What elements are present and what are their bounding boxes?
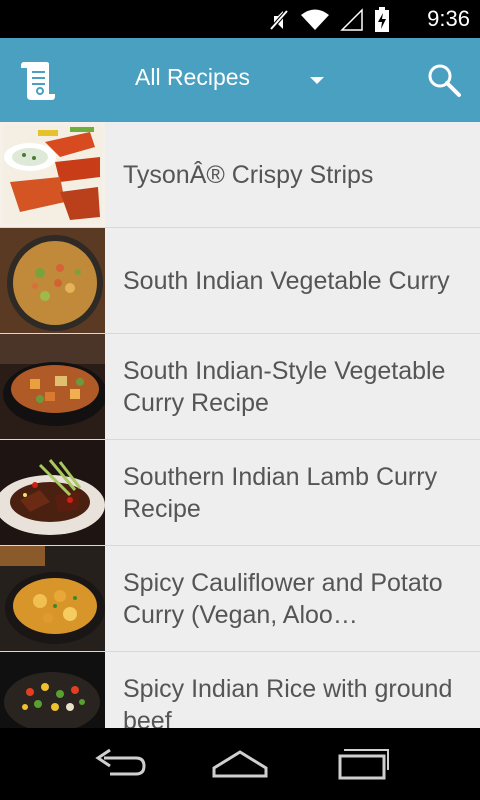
back-icon[interactable] [90, 746, 150, 782]
recipe-thumbnail [0, 546, 105, 651]
recipe-thumbnail [0, 334, 105, 439]
recipe-thumbnail [0, 440, 105, 545]
recipe-title: South Indian-Style Vegetable Curry Recip… [123, 356, 446, 417]
list-item[interactable]: TysonÂ® Crispy Strips [0, 122, 480, 228]
status-bar: 9:36 [0, 0, 480, 38]
battery-icon [375, 7, 389, 32]
recipe-filter-dropdown[interactable]: All Recipes [135, 64, 250, 91]
recipe-scroll-icon[interactable] [18, 58, 58, 102]
search-icon[interactable] [426, 62, 462, 98]
list-item[interactable]: Spicy Indian Rice with ground beef [0, 652, 480, 728]
recipe-title: South Indian Vegetable Curry [123, 266, 450, 295]
recipe-thumbnail [0, 228, 105, 333]
list-item[interactable]: Spicy Cauliflower and Potato Curry (Vega… [0, 546, 480, 652]
navigation-bar [0, 728, 480, 800]
chevron-down-icon[interactable] [310, 77, 324, 84]
signal-icon [340, 8, 363, 31]
recipe-title: Spicy Indian Rice with ground beef [123, 674, 453, 729]
action-bar: All Recipes [0, 38, 480, 122]
recipe-thumbnail [0, 122, 105, 227]
recent-apps-icon[interactable] [330, 746, 390, 782]
status-time: 9:36 [427, 6, 470, 31]
dropdown-label: All Recipes [135, 64, 251, 90]
recipe-title: Spicy Cauliflower and Potato Curry (Vega… [123, 568, 443, 629]
list-item[interactable]: South Indian-Style Vegetable Curry Recip… [0, 334, 480, 440]
recipe-title: Southern Indian Lamb Curry Recipe [123, 462, 438, 523]
recipe-list[interactable]: TysonÂ® Crispy Strips South Indian Veget… [0, 122, 480, 728]
status-icons [268, 7, 390, 33]
list-item[interactable]: Southern Indian Lamb Curry Recipe [0, 440, 480, 546]
recipe-title: TysonÂ® Crispy Strips [123, 160, 374, 189]
home-icon[interactable] [210, 746, 270, 782]
wifi-icon [301, 9, 329, 30]
list-item[interactable]: South Indian Vegetable Curry [0, 228, 480, 334]
mute-icon [269, 9, 289, 31]
recipe-thumbnail [0, 652, 105, 728]
